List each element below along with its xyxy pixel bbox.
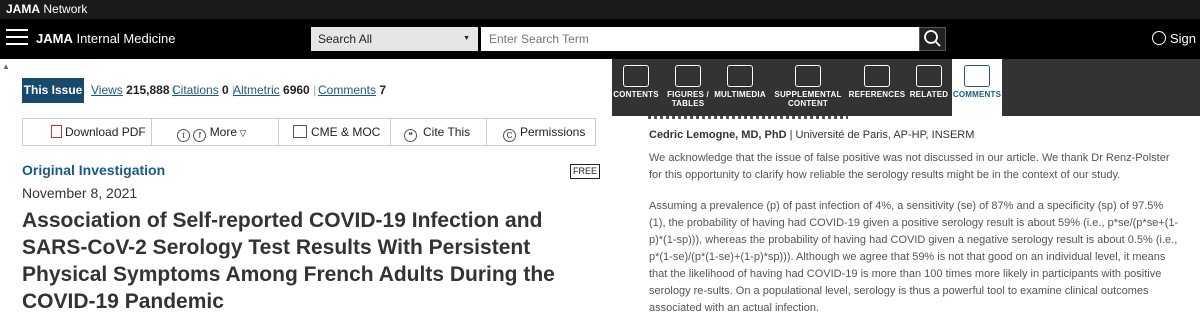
comments-stat[interactable]: Comments 7 xyxy=(318,78,386,103)
views-stat[interactable]: Views 215,888 | xyxy=(91,78,176,103)
chevron-down-icon: ▽ xyxy=(237,128,247,138)
quote-icon: ❝ xyxy=(404,129,417,142)
facebook-icon: f xyxy=(193,129,207,142)
article-toolbar: Download PDF t f More ▽ CME & MOC ❝ Cite … xyxy=(22,118,596,146)
share-more-button[interactable]: t f More ▽ xyxy=(177,119,246,145)
search-scope-select[interactable]: Search All ▼ xyxy=(311,27,478,51)
quote-icon xyxy=(864,65,890,87)
comment-icon xyxy=(964,65,990,87)
comment-body: We acknowledge that the issue of false p… xyxy=(649,150,1179,331)
paperclip-icon xyxy=(795,65,821,87)
cme-moc-button[interactable]: CME & MOC xyxy=(293,119,380,145)
comment-paragraph: Assuming a prevalence (p) of past infect… xyxy=(649,200,1179,314)
article-sidenav: CONTENTS FIGURES / TABLES MULTIMEDIA SUPP… xyxy=(612,59,1200,116)
journal-navbar: JAMA Internal Medicine Search All ▼ Sign… xyxy=(0,19,1200,86)
twitter-icon: t xyxy=(177,129,190,142)
sidenav-multimedia[interactable]: MULTIMEDIA xyxy=(714,59,766,116)
comment-paragraph: We acknowledge that the issue of false p… xyxy=(649,152,1170,181)
search-icon xyxy=(924,30,941,47)
menu-icon[interactable] xyxy=(6,29,28,49)
checklist-icon xyxy=(293,125,307,138)
download-pdf-button[interactable]: Download PDF xyxy=(51,119,146,145)
cutoff-heading xyxy=(648,116,848,119)
copyright-icon: C xyxy=(503,129,516,142)
sidenav-comments[interactable]: COMMENTS xyxy=(952,59,1002,116)
scroll-up-arrow-icon[interactable]: ▲ xyxy=(2,62,10,71)
sidenav-figures-tables[interactable]: FIGURES / TABLES xyxy=(662,59,714,116)
sidenav-contents[interactable]: CONTENTS xyxy=(612,59,660,116)
jama-network-logo[interactable]: JAMA Network xyxy=(6,2,87,16)
search-button[interactable] xyxy=(919,27,946,51)
comment-author: Cedric Lemogne, MD, PhD | Université de … xyxy=(649,129,975,141)
user-icon xyxy=(1152,31,1166,45)
bar-chart-icon xyxy=(675,65,701,87)
caret-down-icon: ▼ xyxy=(463,35,470,42)
permissions-button[interactable]: C Permissions xyxy=(503,119,585,145)
altmetric-stat[interactable]: Altmetric 6960 | xyxy=(233,78,316,103)
link-icon xyxy=(916,65,942,87)
journal-title[interactable]: JAMA Internal Medicine xyxy=(36,19,175,59)
contents-icon xyxy=(623,65,649,87)
pdf-icon xyxy=(51,125,62,138)
cite-this-button[interactable]: ❝ Cite This xyxy=(404,119,470,145)
article-title: Association of Self-reported COVID-19 In… xyxy=(22,209,555,313)
jama-network-bar: JAMA Network xyxy=(0,0,1200,19)
this-issue-button[interactable]: This Issue xyxy=(22,78,84,103)
sidenav-supplemental[interactable]: SUPPLEMENTAL CONTENT xyxy=(772,59,844,116)
sidenav-references[interactable]: REFERENCES xyxy=(848,59,906,116)
free-badge: FREE xyxy=(570,164,601,179)
sidenav-related[interactable]: RELATED xyxy=(908,59,950,116)
citations-stat[interactable]: Citations 0 | xyxy=(172,78,235,103)
article-type[interactable]: Original Investigation xyxy=(22,162,165,178)
search-input[interactable] xyxy=(481,27,919,51)
publication-date: November 8, 2021 xyxy=(22,185,138,201)
play-icon xyxy=(727,65,753,87)
